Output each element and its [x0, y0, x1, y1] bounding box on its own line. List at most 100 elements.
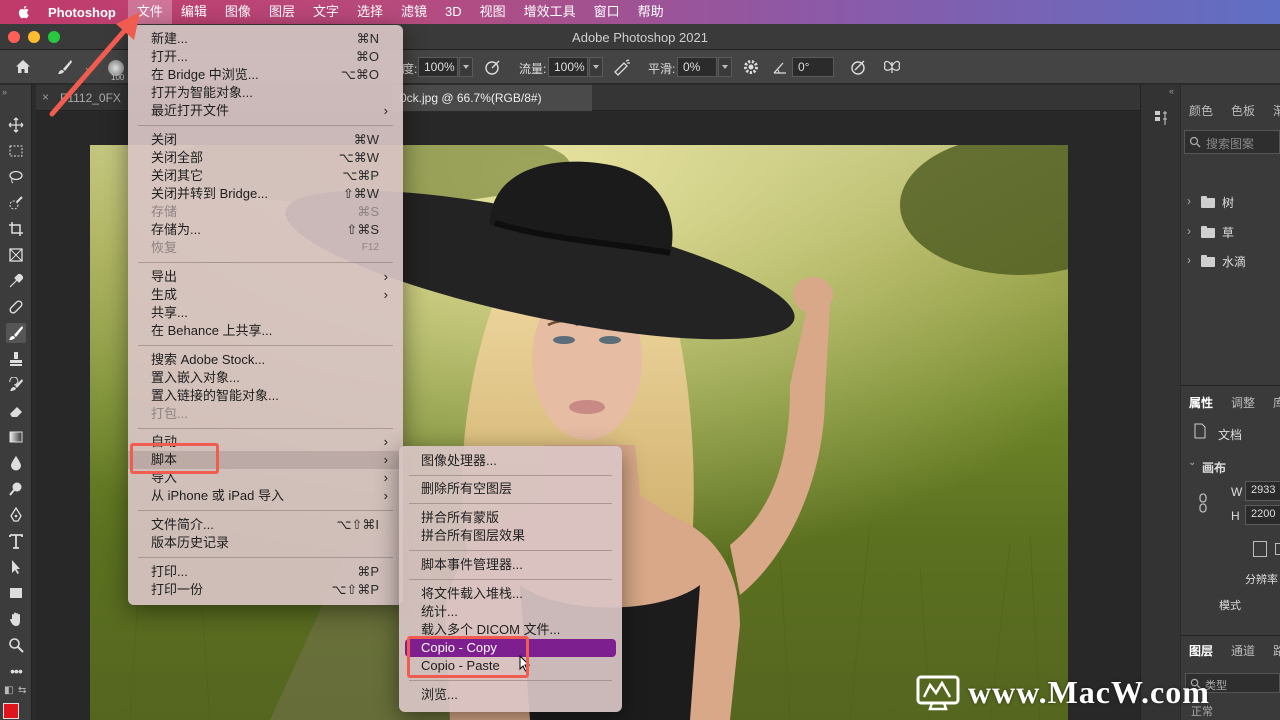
menu-view[interactable]: 视图: [471, 0, 515, 24]
landscape-orientation-icon[interactable]: [1275, 543, 1280, 555]
link-dimensions-icon[interactable]: [1197, 493, 1209, 513]
menu-item-place-linked[interactable]: 置入链接的智能对象...: [128, 387, 403, 405]
airbrush-icon[interactable]: [612, 58, 632, 76]
submenu-item-statistics[interactable]: 统计...: [399, 603, 622, 621]
menu-item-version-history[interactable]: 版本历史记录: [128, 534, 403, 552]
menu-layer[interactable]: 图层: [260, 0, 304, 24]
gear-icon[interactable]: [742, 58, 760, 76]
smoothing-dropdown[interactable]: [718, 57, 732, 77]
menu-item-browse-bridge[interactable]: 在 Bridge 中浏览... ⌥⌘O: [128, 66, 403, 84]
rectangle-tool-icon[interactable]: [6, 583, 26, 603]
tab-channels[interactable]: 通道: [1231, 642, 1255, 659]
submenu-item-image-processor[interactable]: 图像处理器...: [399, 452, 622, 470]
menu-item-save-as[interactable]: 存储为... ⇧⌘S: [128, 221, 403, 239]
submenu-item-browse[interactable]: 浏览...: [399, 686, 622, 704]
angle-field[interactable]: 0°: [792, 57, 834, 77]
menu-item-share-behance[interactable]: 在 Behance 上共享...: [128, 322, 403, 340]
collapse-panels-icon[interactable]: «: [1169, 86, 1174, 96]
menu-item-close-go-bridge[interactable]: 关闭并转到 Bridge... ⇧⌘W: [128, 185, 403, 203]
hand-tool-icon[interactable]: [6, 609, 26, 629]
menu-edit[interactable]: 编辑: [172, 0, 216, 24]
tab-gradients[interactable]: 渐: [1273, 102, 1280, 119]
type-tool-icon[interactable]: [6, 531, 26, 551]
height-field[interactable]: 2200: [1245, 505, 1280, 525]
quick-select-tool-icon[interactable]: [6, 193, 26, 213]
opacity-dropdown[interactable]: [459, 57, 473, 77]
stamp-tool-icon[interactable]: [6, 349, 26, 369]
menu-plugins[interactable]: 增效工具: [515, 0, 585, 24]
history-panel-icon[interactable]: [1153, 109, 1169, 127]
menu-item-place-embedded[interactable]: 置入嵌入对象...: [128, 369, 403, 387]
swap-colors-icon[interactable]: ⇆: [18, 685, 26, 696]
menu-image[interactable]: 图像: [216, 0, 260, 24]
smoothing-field[interactable]: 0%: [677, 57, 717, 77]
tab-swatches[interactable]: 色板: [1231, 102, 1255, 119]
pattern-search-input[interactable]: 搜索图案: [1184, 130, 1280, 154]
history-brush-tool-icon[interactable]: [6, 375, 26, 395]
menu-help[interactable]: 帮助: [629, 0, 673, 24]
dodge-tool-icon[interactable]: [6, 479, 26, 499]
pattern-folder-water[interactable]: › 水滴: [1181, 248, 1280, 274]
pattern-folder-grass[interactable]: › 草: [1181, 219, 1280, 245]
menu-item-file-info[interactable]: 文件简介... ⌥⇧⌘I: [128, 516, 403, 534]
menu-select[interactable]: 选择: [348, 0, 392, 24]
menu-item-recent-files[interactable]: 最近打开文件 ›: [128, 102, 403, 120]
tab-color[interactable]: 颜色: [1189, 102, 1213, 119]
menu-item-new[interactable]: 新建... ⌘N: [128, 30, 403, 48]
menu-item-generate[interactable]: 生成 ›: [128, 286, 403, 304]
flow-dropdown[interactable]: [589, 57, 603, 77]
menu-item-open[interactable]: 打开... ⌘O: [128, 48, 403, 66]
tab-properties[interactable]: 属性: [1189, 394, 1213, 411]
width-field[interactable]: 2933: [1245, 481, 1280, 501]
menu-item-share[interactable]: 共享...: [128, 304, 403, 322]
menu-item-close-others[interactable]: 关闭其它 ⌥⌘P: [128, 167, 403, 185]
tab-paths[interactable]: 路: [1273, 642, 1280, 659]
submenu-item-flatten-layer-effects[interactable]: 拼合所有图层效果: [399, 527, 622, 545]
submenu-item-load-files-stack[interactable]: 将文件载入堆栈...: [399, 585, 622, 603]
lasso-tool-icon[interactable]: [6, 167, 26, 187]
menu-item-print-one-copy[interactable]: 打印一份 ⌥⇧⌘P: [128, 581, 403, 599]
menu-item-open-smart-object[interactable]: 打开为智能对象...: [128, 84, 403, 102]
menu-item-close[interactable]: 关闭 ⌘W: [128, 131, 403, 149]
pen-tool-icon[interactable]: [6, 505, 26, 525]
crop-tool-icon[interactable]: [6, 219, 26, 239]
move-tool-icon[interactable]: [6, 115, 26, 135]
menu-window[interactable]: 窗口: [585, 0, 629, 24]
apple-icon[interactable]: [16, 4, 32, 20]
pattern-folder-trees[interactable]: › 树: [1181, 189, 1280, 215]
submenu-item-delete-empty-layers[interactable]: 删除所有空图层: [399, 480, 622, 498]
frame-tool-icon[interactable]: [6, 245, 26, 265]
flow-field[interactable]: 100%: [548, 57, 588, 77]
home-icon[interactable]: [14, 58, 32, 76]
menu-filter[interactable]: 滤镜: [392, 0, 436, 24]
blur-tool-icon[interactable]: [6, 453, 26, 473]
menu-item-print[interactable]: 打印... ⌘P: [128, 563, 403, 581]
foreground-color-swatch[interactable]: [3, 703, 19, 719]
eyedropper-tool-icon[interactable]: [6, 271, 26, 291]
zoom-tool-icon[interactable]: [6, 635, 26, 655]
menu-item-import-iphone[interactable]: 从 iPhone 或 iPad 导入 ›: [128, 487, 403, 505]
more-tools-icon[interactable]: •••: [6, 661, 26, 681]
tab-layers[interactable]: 图层: [1189, 642, 1213, 659]
menu-item-export[interactable]: 导出 ›: [128, 268, 403, 286]
gradient-tool-icon[interactable]: [6, 427, 26, 447]
portrait-orientation-icon[interactable]: [1253, 541, 1267, 557]
pressure-size-icon[interactable]: [850, 58, 868, 76]
healing-brush-tool-icon[interactable]: [6, 297, 26, 317]
submenu-item-flatten-masks[interactable]: 拼合所有蒙版: [399, 509, 622, 527]
submenu-item-script-events-manager[interactable]: 脚本事件管理器...: [399, 556, 622, 574]
menu-item-close-all[interactable]: 关闭全部 ⌥⌘W: [128, 149, 403, 167]
tab-document-active[interactable]: 0ck.jpg @ 66.7%(RGB/8#): [392, 85, 592, 111]
menu-item-search-adobe-stock[interactable]: 搜索 Adobe Stock...: [128, 351, 403, 369]
collapse-tools-icon[interactable]: »: [2, 87, 7, 97]
menu-3d[interactable]: 3D: [436, 0, 471, 24]
tab-adjustments[interactable]: 调整: [1231, 394, 1255, 411]
path-select-tool-icon[interactable]: [6, 557, 26, 577]
marquee-tool-icon[interactable]: [6, 141, 26, 161]
menu-type[interactable]: 文字: [304, 0, 348, 24]
default-colors-icon[interactable]: ◧: [4, 685, 13, 696]
eraser-tool-icon[interactable]: [6, 401, 26, 421]
brush-tool-icon[interactable]: [6, 323, 26, 343]
chevron-down-icon[interactable]: ⌄: [1188, 457, 1196, 468]
opacity-field[interactable]: 100%: [418, 57, 458, 77]
